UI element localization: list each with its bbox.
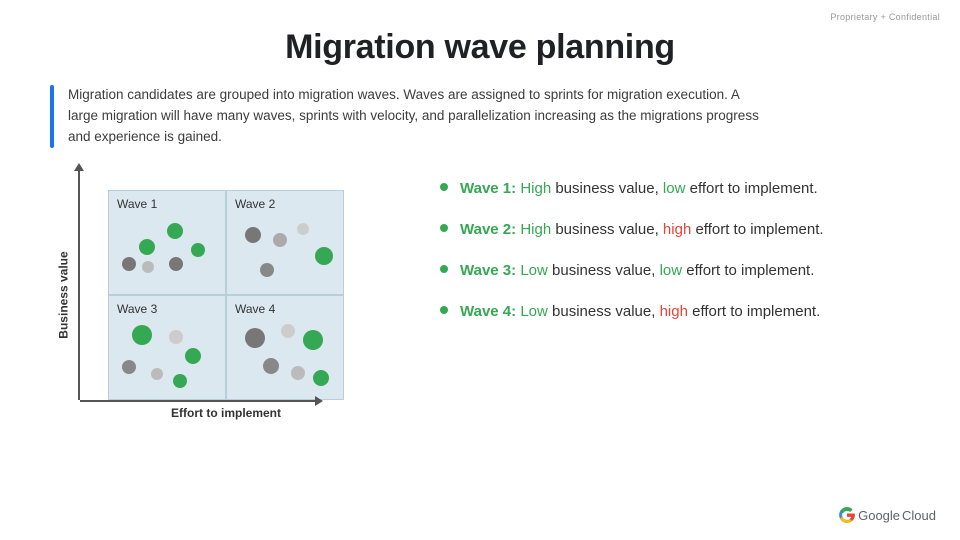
bullet-wave2 [440, 224, 448, 232]
wave4-text2: business value, [552, 303, 660, 320]
chart-inner: Business value Wave 1 [50, 170, 410, 420]
chart-area: Business value Wave 1 [50, 170, 410, 420]
dot [291, 366, 305, 380]
wave-4-dots [235, 320, 335, 392]
x-axis-line [80, 400, 316, 402]
blue-accent-bar [50, 85, 54, 148]
wave-1-label: Wave 1 [117, 197, 217, 211]
bullet-wave1 [440, 183, 448, 191]
dot [169, 257, 183, 271]
wave1-label: Wave 1: [460, 180, 516, 197]
legend-text-wave2: Wave 2: High business value, high effort… [460, 219, 824, 240]
wave-4-label: Wave 4 [235, 302, 335, 316]
wave1-text3: effort to implement. [690, 180, 818, 197]
dot [245, 227, 261, 243]
dot [151, 368, 163, 380]
wave1-low: low [663, 180, 686, 197]
dot [173, 374, 187, 388]
x-axis-container: Effort to implement [80, 400, 344, 420]
dot [191, 243, 205, 257]
wave4-label: Wave 4: [460, 303, 516, 320]
dot [185, 348, 201, 364]
grid-row: Wave 1 [78, 170, 344, 400]
grid-and-axis: Wave 1 [78, 170, 344, 420]
legend-text-wave1: Wave 1: High business value, low effort … [460, 178, 818, 199]
wave-grid: Wave 1 [108, 190, 344, 400]
page-title: Migration wave planning [50, 28, 910, 67]
wave2-text2: business value, [555, 221, 663, 238]
wave-3-dots [117, 320, 217, 392]
wave3-text2: business value, [552, 262, 660, 279]
dot [142, 261, 154, 273]
wave3-low: Low [520, 262, 548, 279]
wave1-text2: business value, [555, 180, 663, 197]
legend-text-wave4: Wave 4: Low business value, high effort … [460, 301, 820, 322]
x-axis-arrow [315, 396, 323, 406]
description-block: Migration candidates are grouped into mi… [50, 85, 910, 148]
dot [281, 324, 295, 338]
bullet-wave3 [440, 265, 448, 273]
wave4-low: Low [520, 303, 548, 320]
dot [273, 233, 287, 247]
wave3-low-effort: low [660, 262, 683, 279]
dot [139, 239, 155, 255]
dot [122, 257, 136, 271]
wave1-high: High [520, 180, 551, 197]
dot [167, 223, 183, 239]
legend-item-wave3: Wave 3: Low business value, low effort t… [440, 260, 910, 281]
wave-3-cell: Wave 3 [108, 295, 226, 400]
legend-text-wave3: Wave 3: Low business value, low effort t… [460, 260, 814, 281]
wave3-text3: effort to implement. [686, 262, 814, 279]
main-content: Business value Wave 1 [50, 170, 910, 420]
wave2-high: High [520, 221, 551, 238]
logo-container: Google Cloud [838, 506, 936, 524]
wave-2-dots [235, 215, 335, 287]
dot [313, 370, 329, 386]
wave4-text3: effort to implement. [692, 303, 820, 320]
wave4-high-effort: high [660, 303, 688, 320]
wave-4-cell: Wave 4 [226, 295, 344, 400]
dot [297, 223, 309, 235]
dot [263, 358, 279, 374]
legend: Wave 1: High business value, low effort … [440, 170, 910, 342]
dot [245, 328, 265, 348]
slide: Proprietary + Confidential Migration wav… [0, 0, 960, 540]
google-logo-icon [838, 506, 856, 524]
y-axis-arrow [78, 170, 80, 400]
dot [303, 330, 323, 350]
wave-2-label: Wave 2 [235, 197, 335, 211]
dot [122, 360, 136, 374]
description-text: Migration candidates are grouped into mi… [68, 85, 768, 148]
wave-3-label: Wave 3 [117, 302, 217, 316]
wave-1-dots [117, 215, 217, 287]
cloud-text: Cloud [902, 508, 936, 523]
wave-1-cell: Wave 1 [108, 190, 226, 295]
dot [169, 330, 183, 344]
chart-wrapper: Business value Wave 1 [50, 170, 410, 420]
proprietary-label: Proprietary + Confidential [830, 12, 940, 22]
google-text: Google [858, 508, 900, 523]
dot [132, 325, 152, 345]
wave2-text3: effort to implement. [695, 221, 823, 238]
dot [260, 263, 274, 277]
bullet-wave4 [440, 306, 448, 314]
legend-item-wave4: Wave 4: Low business value, high effort … [440, 301, 910, 322]
legend-item-wave2: Wave 2: High business value, high effort… [440, 219, 910, 240]
wave2-label: Wave 2: [460, 221, 516, 238]
wave-2-cell: Wave 2 [226, 190, 344, 295]
legend-item-wave1: Wave 1: High business value, low effort … [440, 178, 910, 199]
y-axis-label-col: Business value [50, 170, 78, 420]
google-cloud-logo: Google Cloud [838, 506, 936, 524]
dot [315, 247, 333, 265]
wave3-label: Wave 3: [460, 262, 516, 279]
wave2-high-effort: high [663, 221, 691, 238]
y-axis-label: Business value [57, 251, 71, 338]
x-axis-label: Effort to implement [108, 406, 344, 420]
